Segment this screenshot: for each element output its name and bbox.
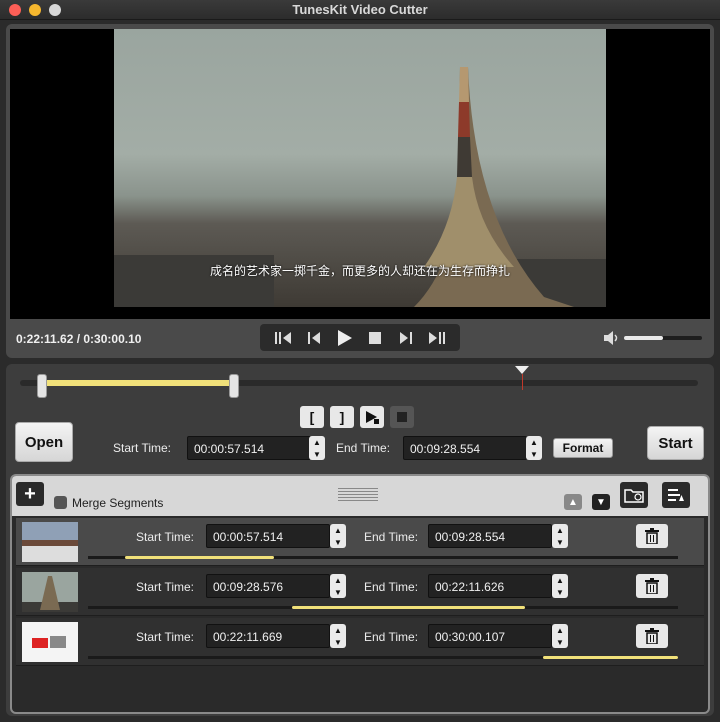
merge-segments-label: Merge Segments xyxy=(72,496,164,510)
editor-panel: [ ] Open Start Start Time: 00:00:57.514 … xyxy=(6,364,714,716)
segments-panel: + Merge Segments ▲ ▼ Start Time: 00:00:5… xyxy=(10,474,710,714)
stop-icon[interactable] xyxy=(365,328,385,348)
segment-progress-track xyxy=(88,656,678,659)
delete-segment-button[interactable] xyxy=(636,574,668,598)
segment-thumbnail xyxy=(22,622,78,662)
segment-row[interactable]: Start Time: 00:09:28.576 ▲ ▼ End Time: 00… xyxy=(16,568,704,616)
previous-segment-icon[interactable] xyxy=(273,328,293,348)
start-time-label: Start Time: xyxy=(113,441,172,455)
selection-end-handle[interactable] xyxy=(229,374,240,398)
selection-start-handle[interactable] xyxy=(36,374,47,398)
video-screen[interactable]: 成名的艺术家一掷千金，而更多的人却还在为生存而挣扎 xyxy=(10,29,710,319)
window-title: TunesKit Video Cutter xyxy=(292,2,428,17)
video-frame: 成名的艺术家一掷千金，而更多的人却还在为生存而挣扎 xyxy=(114,29,606,307)
volume-fill xyxy=(624,336,663,340)
move-up-icon[interactable]: ▲ xyxy=(564,494,582,510)
segment-thumbnail xyxy=(22,522,78,562)
volume-control[interactable] xyxy=(604,331,706,345)
next-segment-icon[interactable] xyxy=(427,328,447,348)
segment-progress-track xyxy=(88,606,678,609)
segment-thumbnail xyxy=(22,572,78,612)
segment-range-fill xyxy=(542,656,678,659)
segment-start-label: Start Time: xyxy=(136,530,195,544)
delete-segment-button[interactable] xyxy=(636,624,668,648)
segment-start-field[interactable]: 00:22:11.669 xyxy=(206,624,330,648)
segment-progress-track xyxy=(88,556,678,559)
next-frame-icon[interactable] xyxy=(396,328,416,348)
segment-end-label: End Time: xyxy=(364,530,419,544)
title-bar: TunesKit Video Cutter xyxy=(0,0,720,20)
start-time-field[interactable]: 00:00:57.514 xyxy=(187,436,311,460)
segment-start-label: Start Time: xyxy=(136,580,195,594)
segment-start-stepper[interactable]: ▲ ▼ xyxy=(330,524,346,548)
segment-end-stepper[interactable]: ▲ ▼ xyxy=(552,574,568,598)
edit-list-icon[interactable] xyxy=(662,482,690,508)
end-time-field[interactable]: 00:09:28.554 xyxy=(403,436,527,460)
segment-end-field[interactable]: 00:30:00.107 xyxy=(428,624,552,648)
segment-row[interactable]: Start Time: 00:22:11.669 ▲ ▼ End Time: 00… xyxy=(16,618,704,666)
set-end-marker-button[interactable]: ] xyxy=(330,406,354,428)
segment-range-fill xyxy=(124,556,275,559)
previous-frame-icon[interactable] xyxy=(304,328,324,348)
marker-buttons: [ ] xyxy=(300,406,414,428)
end-time-stepper[interactable]: ▲ ▼ xyxy=(526,436,542,460)
move-down-icon[interactable]: ▼ xyxy=(592,494,610,510)
segments-toolbar: + Merge Segments ▲ ▼ xyxy=(12,476,708,516)
segment-end-field[interactable]: 00:22:11.626 xyxy=(428,574,552,598)
trash-icon xyxy=(645,578,659,594)
video-subtitle: 成名的艺术家一掷千金，而更多的人却还在为生存而挣扎 xyxy=(209,264,510,278)
stop-preview-button[interactable] xyxy=(390,406,414,428)
segment-start-stepper[interactable]: ▲ ▼ xyxy=(330,624,346,648)
start-button[interactable]: Start xyxy=(647,426,704,460)
set-start-marker-button[interactable]: [ xyxy=(300,406,324,428)
preview-segment-button[interactable] xyxy=(360,406,384,428)
output-folder-icon[interactable] xyxy=(620,482,648,508)
transport-controls xyxy=(260,324,460,351)
playhead-line xyxy=(521,374,523,390)
segment-end-label: End Time: xyxy=(364,630,419,644)
segment-end-label: End Time: xyxy=(364,580,419,594)
timeline-selection xyxy=(41,380,235,386)
add-segment-button[interactable]: + xyxy=(16,482,44,506)
segment-start-label: Start Time: xyxy=(136,630,195,644)
play-icon[interactable] xyxy=(335,328,355,348)
end-time-label: End Time: xyxy=(336,441,391,455)
segment-start-field[interactable]: 00:00:57.514 xyxy=(206,524,330,548)
segment-start-field[interactable]: 00:09:28.576 xyxy=(206,574,330,598)
segment-end-field[interactable]: 00:09:28.554 xyxy=(428,524,552,548)
segment-range-fill xyxy=(292,606,525,609)
playhead-marker[interactable] xyxy=(514,366,529,374)
player-panel: 成名的艺术家一掷千金，而更多的人却还在为生存而挣扎 0:22:11.62 / 0… xyxy=(6,24,714,358)
trash-icon xyxy=(645,628,659,644)
trash-icon xyxy=(645,528,659,544)
segment-end-stepper[interactable]: ▲ ▼ xyxy=(552,524,568,548)
timecode-display: 0:22:11.62 / 0:30:00.10 xyxy=(16,332,142,346)
merge-segments-checkbox[interactable] xyxy=(54,496,67,509)
resize-grip-icon[interactable] xyxy=(338,488,378,502)
timeline-track[interactable] xyxy=(20,380,698,386)
volume-icon xyxy=(604,331,618,345)
format-button[interactable]: Format xyxy=(553,438,613,458)
delete-segment-button[interactable] xyxy=(636,524,668,548)
start-time-stepper[interactable]: ▲ ▼ xyxy=(309,436,325,460)
segment-end-stepper[interactable]: ▲ ▼ xyxy=(552,624,568,648)
segment-start-stepper[interactable]: ▲ ▼ xyxy=(330,574,346,598)
open-button[interactable]: Open xyxy=(15,422,73,462)
segment-row[interactable]: Start Time: 00:00:57.514 ▲ ▼ End Time: 00… xyxy=(16,518,704,566)
